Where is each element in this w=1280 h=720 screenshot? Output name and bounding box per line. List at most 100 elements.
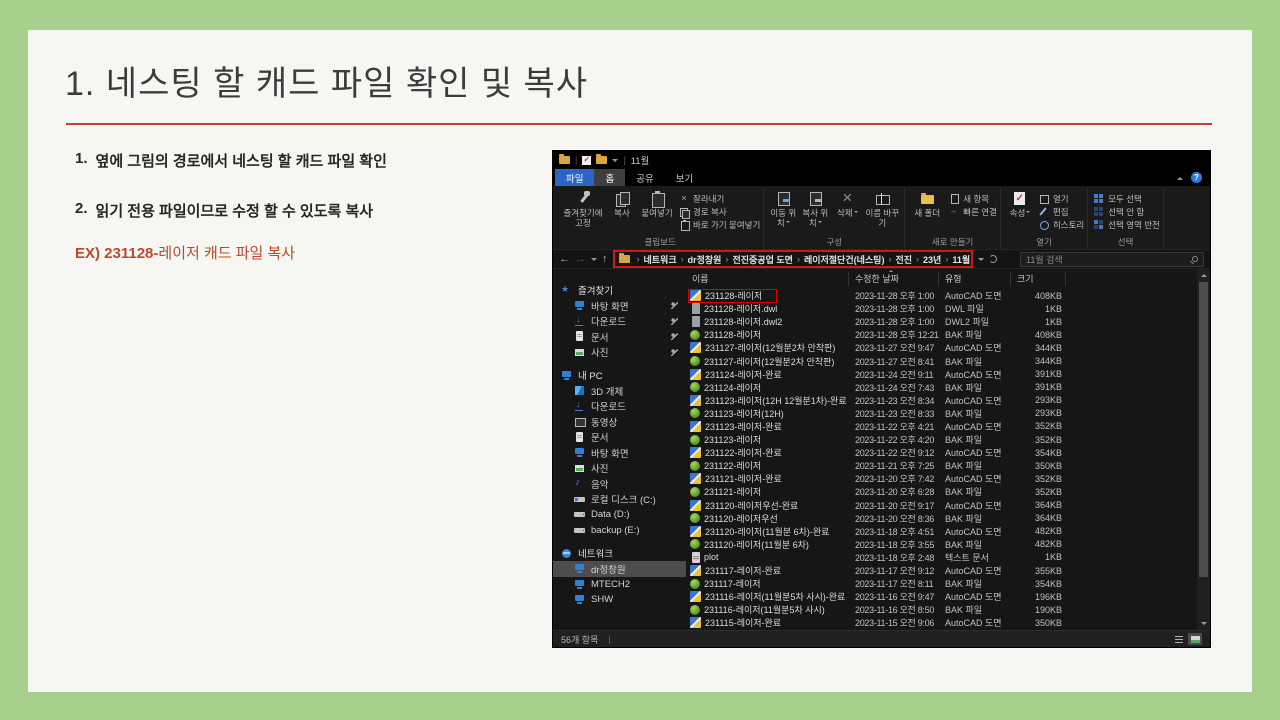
- sidebar-item[interactable]: 사진: [553, 461, 686, 477]
- sidebar-item[interactable]: MTECH2: [553, 577, 686, 593]
- file-row[interactable]: 231115-레이저-완료 2023-11-15 오전 9:06 AutoCAD…: [686, 616, 1197, 629]
- file-row[interactable]: 231123-레이저(12H) 2023-11-23 오전 8:33 BAK 파…: [686, 407, 1197, 420]
- ribbon-button[interactable]: 복사 위치: [799, 190, 831, 229]
- thumbnail-view-button[interactable]: [1188, 633, 1202, 645]
- ribbon-tab[interactable]: 홈: [594, 169, 626, 186]
- file-row[interactable]: 231124-레이저 2023-11-24 오전 7:43 BAK 파일 391…: [686, 381, 1197, 394]
- ribbon-tab[interactable]: 공유: [625, 169, 664, 186]
- properties-quick-icon[interactable]: [582, 155, 592, 165]
- ribbon-button-small[interactable]: 편집: [1039, 207, 1084, 217]
- scroll-down-icon[interactable]: [1197, 618, 1210, 630]
- sidebar-section-header[interactable]: 즐겨찾기: [553, 282, 686, 298]
- ribbon-button-small[interactable]: 열기: [1039, 194, 1084, 204]
- ribbon-button[interactable]: 이름 바꾸기: [863, 190, 901, 229]
- scrollbar-thumb[interactable]: [1199, 282, 1208, 577]
- column-header[interactable]: 크기: [1011, 272, 1066, 286]
- address-dropdown-icon[interactable]: [977, 257, 984, 264]
- file-row[interactable]: 231123-레이저 2023-11-22 오후 4:20 BAK 파일 352…: [686, 433, 1197, 446]
- ribbon-button-small[interactable]: 잘라내기: [679, 193, 760, 204]
- forward-button[interactable]: →: [575, 253, 586, 265]
- ribbon-button-small[interactable]: 바로 가기 붙여넣기: [679, 219, 760, 231]
- file-row[interactable]: 231123-레이저-완료 2023-11-22 오후 4:21 AutoCAD…: [686, 420, 1197, 433]
- ribbon-button[interactable]: 이동 위치: [767, 190, 799, 229]
- sidebar-item[interactable]: 다운로드: [553, 314, 686, 330]
- sidebar-item[interactable]: 문서: [553, 430, 686, 446]
- ribbon-tab[interactable]: 보기: [665, 169, 704, 186]
- scroll-up-icon[interactable]: [1197, 269, 1210, 281]
- sidebar-item[interactable]: 음악: [553, 476, 686, 492]
- ribbon-collapse-icon[interactable]: [1177, 174, 1183, 180]
- sidebar-item[interactable]: 다운로드: [553, 399, 686, 415]
- refresh-icon[interactable]: [988, 255, 997, 263]
- sidebar-item[interactable]: 바탕 화면: [553, 298, 686, 314]
- history-caret-icon[interactable]: [591, 257, 597, 264]
- ribbon-button-small[interactable]: 새 항목: [949, 193, 997, 204]
- breadcrumb-segment[interactable]: › dr정창원: [677, 253, 722, 266]
- folder-icon[interactable]: [596, 154, 608, 164]
- ribbon-button[interactable]: 붙여넣기: [638, 190, 676, 229]
- search-input[interactable]: 11월 검색: [1020, 251, 1204, 267]
- ribbon-button-small[interactable]: 경로 복사: [679, 207, 760, 219]
- ribbon-button-small[interactable]: 모두 선택: [1094, 193, 1160, 204]
- file-row[interactable]: 231120-레이저(11월분 6차)-완료 2023-11-18 오후 4:5…: [686, 525, 1197, 538]
- file-row[interactable]: 231124-레이저-완료 2023-11-24 오전 9:11 AutoCAD…: [686, 368, 1197, 381]
- file-row[interactable]: 231120-레이저우선-완료 2023-11-20 오전 9:17 AutoC…: [686, 499, 1197, 512]
- back-button[interactable]: ←: [559, 253, 570, 265]
- sidebar-item[interactable]: 로컬 디스크 (C:): [553, 492, 686, 508]
- ribbon-button[interactable]: 즐겨찾기에 고정: [560, 190, 606, 229]
- file-row[interactable]: 231120-레이저(11월분 6차) 2023-11-18 오후 3:55 B…: [686, 538, 1197, 551]
- file-row[interactable]: 231117-레이저-완료 2023-11-17 오전 9:12 AutoCAD…: [686, 564, 1197, 577]
- file-row[interactable]: 231117-레이저 2023-11-17 오전 8:11 BAK 파일 354…: [686, 577, 1197, 590]
- sidebar-item[interactable]: 사진: [553, 345, 686, 361]
- ribbon-button-small[interactable]: 선택 안 함: [1094, 206, 1160, 217]
- file-row[interactable]: 231121-레이저-완료 2023-11-20 오후 7:42 AutoCAD…: [686, 472, 1197, 485]
- breadcrumb-segment[interactable]: › 전진: [884, 253, 912, 266]
- ribbon-button[interactable]: 속성: [1004, 190, 1036, 219]
- sidebar-item[interactable]: backup (E:): [553, 523, 686, 539]
- column-header[interactable]: 유형: [939, 272, 1011, 286]
- file-row[interactable]: 231120-레이저우선 2023-11-20 오전 8:36 BAK 파일 3…: [686, 512, 1197, 525]
- sidebar-item[interactable]: 문서: [553, 329, 686, 345]
- file-row[interactable]: 231128-레이저.dwl 2023-11-28 오후 1:00 DWL 파일…: [686, 302, 1197, 315]
- help-icon[interactable]: ?: [1191, 172, 1202, 183]
- file-row[interactable]: 231116-레이저(11월분5차 사시) 2023-11-16 오전 8:50…: [686, 603, 1197, 616]
- vertical-scrollbar[interactable]: [1197, 269, 1210, 630]
- sidebar-item[interactable]: 3D 개체: [553, 383, 686, 399]
- file-row[interactable]: 231122-레이저 2023-11-21 오후 7:25 BAK 파일 350…: [686, 459, 1197, 472]
- breadcrumb-segment[interactable]: › 네트워크: [633, 253, 677, 266]
- sidebar-item[interactable]: SHW: [553, 592, 686, 608]
- file-row[interactable]: 231122-레이저-완료 2023-11-22 오전 9:12 AutoCAD…: [686, 446, 1197, 459]
- file-row[interactable]: 231121-레이저 2023-11-20 오후 6:28 BAK 파일 352…: [686, 485, 1197, 498]
- file-row[interactable]: 231123-레이저(12H 12월분1차)-완료 2023-11-23 오전 …: [686, 394, 1197, 407]
- ribbon-button-small[interactable]: 히스토리: [1039, 220, 1084, 230]
- details-view-button[interactable]: [1172, 633, 1186, 645]
- ribbon-button-small[interactable]: 빠른 연결: [949, 206, 997, 217]
- breadcrumb-segment[interactable]: › 11월: [941, 253, 970, 266]
- file-row[interactable]: 231128-레이저 2023-11-28 오후 1:00 AutoCAD 도면…: [686, 289, 1197, 304]
- address-field-annotation[interactable]: › 네트워크 › dr정창원 › 전진중공업 도면 › 레이저절단건(네스팅) …: [612, 250, 973, 268]
- breadcrumb-segment[interactable]: › 23년: [912, 253, 941, 266]
- file-row[interactable]: 231127-레이저(12월분2차 안착판) 2023-11-27 오전 9:4…: [686, 341, 1197, 354]
- column-header[interactable]: 이름: [686, 272, 849, 286]
- sidebar-section-header[interactable]: 네트워크: [553, 545, 686, 561]
- quick-access-caret-icon[interactable]: [612, 158, 619, 165]
- file-row[interactable]: 231128-레이저.dwl2 2023-11-28 오후 1:00 DWL2 …: [686, 315, 1197, 328]
- breadcrumb-segment[interactable]: › 전진중공업 도면: [721, 253, 792, 266]
- column-header[interactable]: 수정한 날짜: [849, 270, 939, 286]
- breadcrumb-segment[interactable]: › 레이저절단건(네스팅): [793, 253, 885, 266]
- file-row[interactable]: 231128-레이저 2023-11-28 오후 12:21 BAK 파일 40…: [686, 328, 1197, 341]
- sidebar-item[interactable]: dr정창원: [553, 561, 686, 577]
- up-button[interactable]: ↑: [602, 253, 608, 265]
- file-row[interactable]: plot 2023-11-18 오후 2:48 텍스트 문서 1KB: [686, 551, 1197, 564]
- ribbon-button[interactable]: 새 폴더: [908, 190, 946, 219]
- ribbon-button[interactable]: 복사: [606, 190, 638, 229]
- sidebar-section-header[interactable]: 내 PC: [553, 367, 686, 383]
- file-row[interactable]: 231127-레이저(12월분2차 안착판) 2023-11-27 오전 8:4…: [686, 354, 1197, 367]
- ribbon-tab[interactable]: 파일: [555, 169, 595, 186]
- file-row[interactable]: 231116-레이저(11월분5차 사시)-완료 2023-11-16 오전 9…: [686, 590, 1197, 603]
- sidebar-item[interactable]: 바탕 화면: [553, 445, 686, 461]
- ribbon-button[interactable]: 삭제: [831, 190, 863, 229]
- ribbon-button-small[interactable]: 선택 영역 반전: [1094, 219, 1160, 230]
- sidebar-item[interactable]: Data (D:): [553, 507, 686, 523]
- sidebar-item[interactable]: 동영상: [553, 414, 686, 430]
